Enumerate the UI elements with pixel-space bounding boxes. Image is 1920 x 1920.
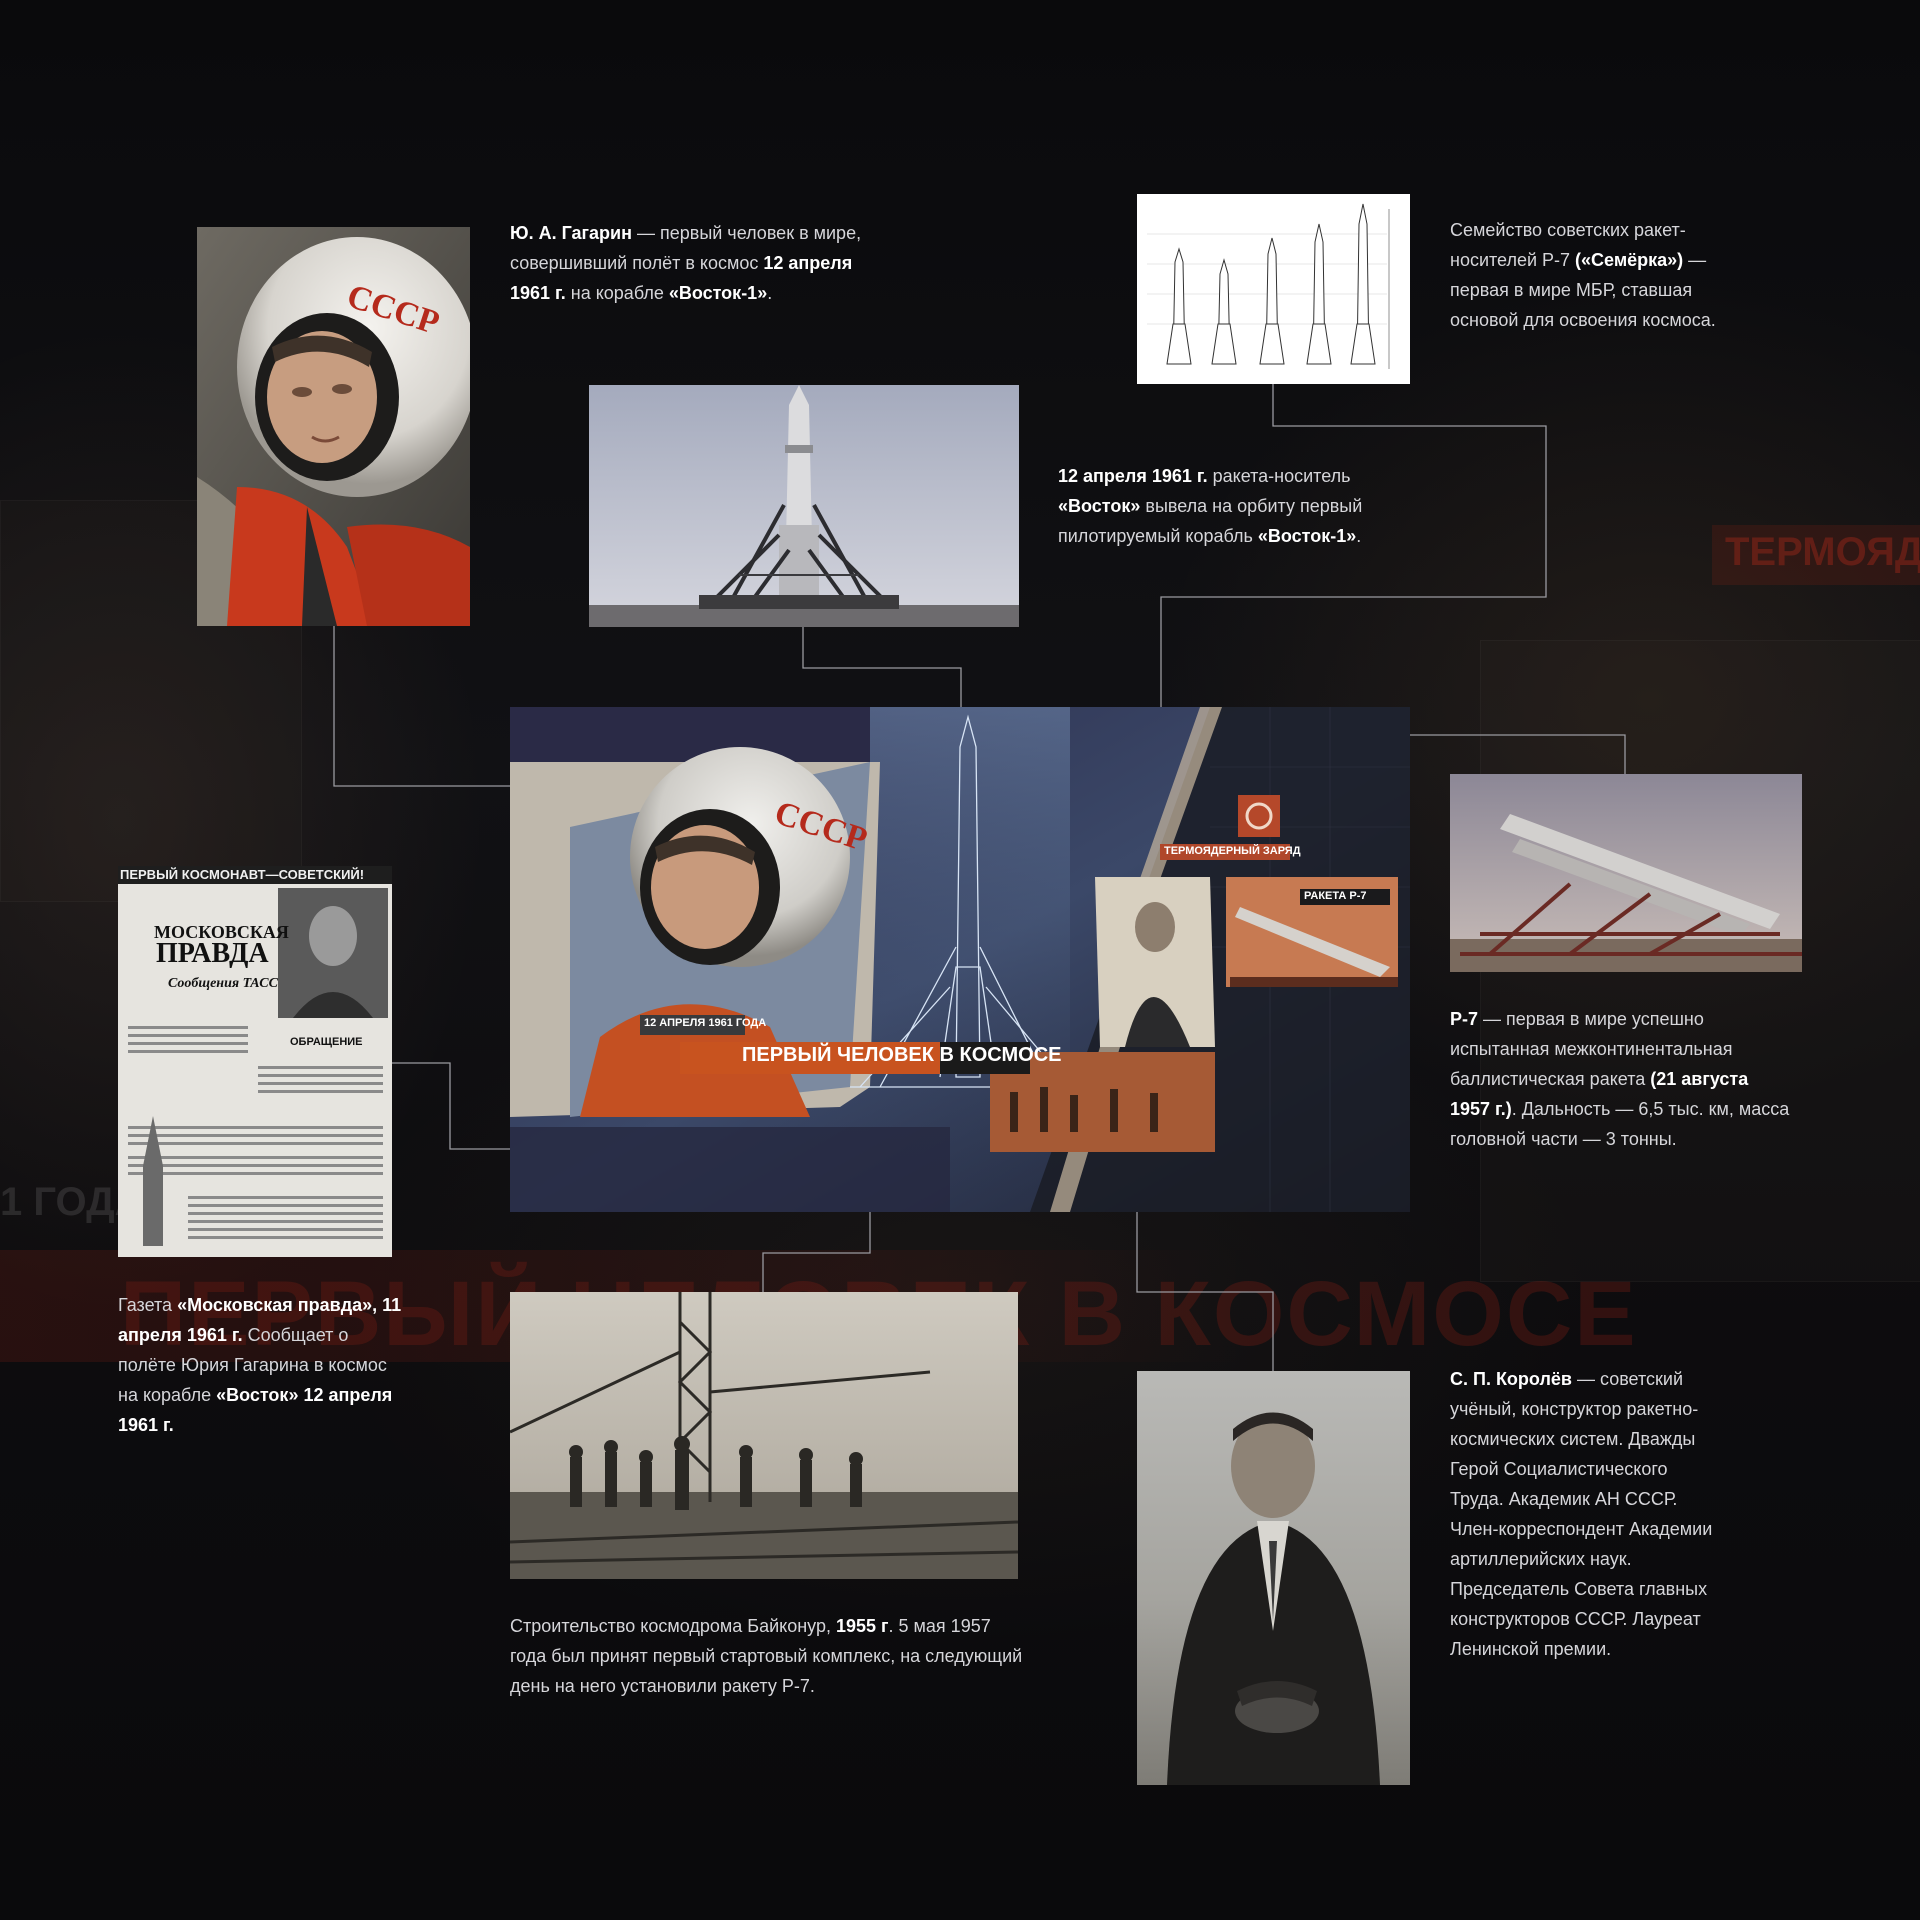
background-term-text: ТЕРМОЯДЕРНЫЙ xyxy=(1725,530,1920,574)
r7-caption: Р-7 — первая в мире успешно испытанная м… xyxy=(1450,1009,1790,1149)
poster-title: ПЕРВЫЙ ЧЕЛОВЕК В КОСМОСЕ xyxy=(742,1044,1062,1066)
newspaper-photo: ПЕРВЫЙ КОСМОНАВТ—СОВЕТСКИЙ! МОСКОВСКАЯ П… xyxy=(118,866,392,1257)
gagarin-name: Ю. А. Гагарин xyxy=(510,223,632,243)
korolev-photo xyxy=(1137,1371,1410,1785)
r7-rocket-photo xyxy=(1450,774,1802,972)
newspaper-headline: ПЕРВЫЙ КОСМОНАВТ—СОВЕТСКИЙ! xyxy=(120,867,365,882)
korolev-caption: С. П. Королёв — советский учёный, констр… xyxy=(1450,1369,1713,1659)
poster-nuclear-tag: ТЕРМОЯДЕРНЫЙ ЗАРЯД xyxy=(1164,845,1301,857)
newspaper-masthead-2: ПРАВДА xyxy=(156,938,269,969)
poster-date-tag: 12 АПРЕЛЯ 1961 ГОДА xyxy=(644,1017,767,1029)
vostok-caption: 12 апреля 1961 г. ракета-носитель «Восто… xyxy=(1058,466,1363,546)
poster-r7-tag: РАКЕТА Р-7 xyxy=(1304,890,1367,902)
r7-family-diagram xyxy=(1137,194,1410,384)
poster-artwork: СССР xyxy=(510,707,1410,1212)
newspaper-caption: Газета «Московская правда», 11 апреля 19… xyxy=(118,1295,402,1435)
newspaper-appeal: ОБРАЩЕНИЕ xyxy=(290,1036,363,1048)
vostok-launchpad-photo xyxy=(589,385,1019,627)
gagarin-photo: СССР xyxy=(197,227,470,626)
r7-family-caption: Семейство советских ракет-носителей Р-7 … xyxy=(1450,220,1716,330)
central-poster: СССР ПЕРВЫЙ ЧЕЛОВЕК В КОСМОСЕ 12 АПРЕЛЯ … xyxy=(510,707,1410,1212)
newspaper-tass: Сообщения ТАСС xyxy=(168,976,278,991)
baikonur-construction-photo xyxy=(510,1292,1018,1579)
baikonur-caption: Строительство космодрома Байконур, 1955 … xyxy=(510,1616,1023,1696)
gagarin-caption: Ю. А. Гагарин — первый человек в мире, с… xyxy=(510,223,862,303)
